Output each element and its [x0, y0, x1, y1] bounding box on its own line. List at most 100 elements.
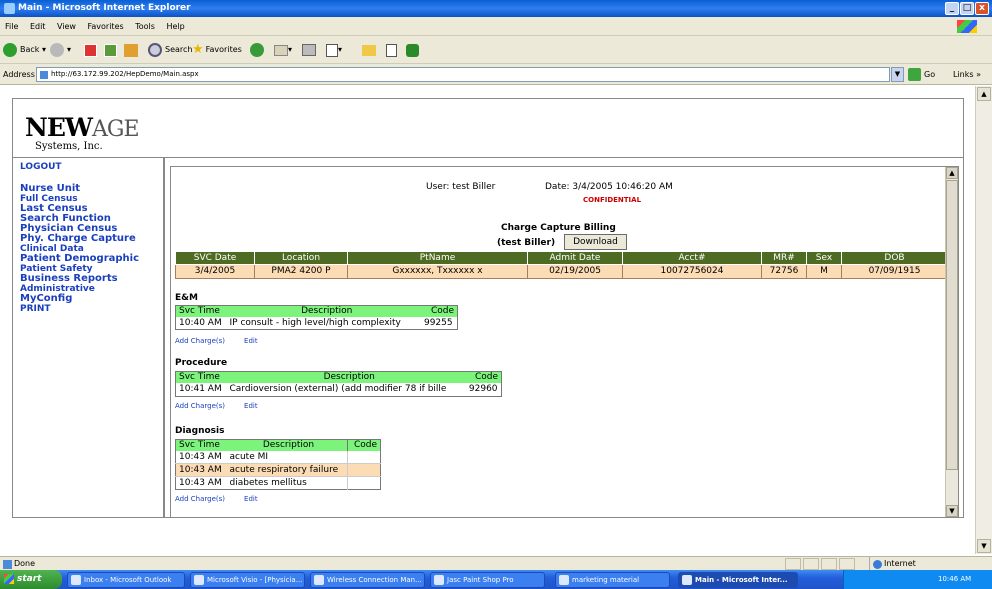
nav-print[interactable]: PRINT — [20, 304, 139, 314]
procedure-section-title: Procedure — [175, 358, 228, 368]
paint-shop-icon — [434, 575, 444, 585]
favorites-label: Favorites — [205, 45, 242, 54]
em-row[interactable]: 10:40 AM IP consult - high level/high co… — [176, 317, 458, 330]
col-ptname: PtName — [347, 251, 528, 265]
favorites-button[interactable]: ★ Favorites — [192, 42, 242, 58]
task-ie-main[interactable]: Main - Microsoft Inter... — [678, 572, 798, 588]
close-button[interactable]: x — [975, 2, 989, 15]
procedure-row[interactable]: 10:41 AM Cardioversion (external) (add m… — [176, 383, 502, 397]
nav-patient-demographic[interactable]: Patient Demographic — [20, 254, 139, 264]
patient-table-header: SVC Date Location PtName Admit Date Acct… — [175, 251, 948, 265]
menu-edit[interactable]: Edit — [30, 22, 46, 31]
task-outlook-label: Inbox - Microsoft Outlook — [84, 576, 172, 584]
diagnosis-row-code — [347, 451, 381, 464]
links-button[interactable]: Links » — [953, 64, 981, 85]
clock: 10:46 AM — [938, 575, 972, 583]
print-button[interactable] — [302, 42, 316, 58]
nav-logout[interactable]: LOGOUT — [20, 162, 62, 172]
diagnosis-col-svc-time: Svc Time — [175, 439, 230, 451]
procedure-col-code: Code — [468, 371, 502, 383]
go-button[interactable]: Go — [908, 67, 935, 82]
menu-help[interactable]: Help — [166, 22, 184, 31]
menu-bar: File Edit View Favorites Tools Help — [0, 17, 992, 36]
col-dob: DOB — [841, 251, 948, 265]
diagnosis-edit-link[interactable]: Edit — [244, 495, 258, 503]
stop-icon — [84, 43, 97, 57]
history-button[interactable] — [250, 42, 267, 58]
col-location: Location — [254, 251, 348, 265]
folder-button[interactable] — [362, 42, 376, 58]
home-button[interactable] — [124, 42, 138, 58]
diagnosis-row-code — [347, 476, 381, 490]
task-marketing-label: marketing material — [572, 576, 640, 584]
task-outlook[interactable]: Inbox - Microsoft Outlook — [67, 572, 185, 588]
address-dropdown-button[interactable]: ▼ — [891, 67, 904, 82]
diagnosis-row[interactable]: 10:43 AM acute respiratory failure — [175, 463, 381, 477]
mail-button[interactable]: ▾ — [274, 42, 292, 58]
forward-button[interactable]: ▾ — [50, 42, 71, 58]
em-edit-link[interactable]: Edit — [244, 337, 258, 345]
frame-scroll-down-icon[interactable]: ▼ — [946, 505, 958, 517]
stop-button[interactable] — [84, 42, 97, 58]
em-add-charge-link[interactable]: Add Charge(s) — [175, 337, 225, 345]
zone-label: Internet — [884, 559, 916, 568]
frame-scroll-thumb[interactable] — [946, 180, 958, 470]
minimize-button[interactable]: _ — [945, 2, 959, 15]
status-bar: Done Internet — [0, 556, 992, 571]
messenger-button[interactable] — [406, 42, 419, 58]
ie-icon — [4, 3, 15, 14]
frame-scrollbar[interactable]: ▲ ▼ — [945, 167, 958, 517]
procedure-edit-link[interactable]: Edit — [244, 402, 258, 410]
discuss-button[interactable] — [386, 42, 397, 58]
address-bar: Address http://63.172.99.202/HepDemo/Mai… — [0, 64, 992, 85]
nav-business-reports[interactable]: Business Reports — [20, 274, 139, 284]
task-marketing-folder[interactable]: marketing material — [555, 572, 670, 588]
history-icon — [250, 43, 264, 57]
procedure-actions: Add Charge(s) Edit — [175, 402, 277, 410]
refresh-button[interactable] — [104, 42, 117, 58]
procedure-table: Svc Time Description Code 10:41 AM Cardi… — [175, 371, 502, 397]
col-acct: Acct# — [622, 251, 762, 265]
scroll-down-arrow-icon[interactable]: ▼ — [977, 539, 991, 553]
search-button[interactable]: Search — [148, 42, 192, 58]
menu-tools[interactable]: Tools — [135, 22, 155, 31]
task-wireless-label: Wireless Connection Man... — [327, 576, 422, 584]
logo-banner: NEWAGE Systems, Inc. — [12, 98, 964, 158]
logo-age: AGE — [91, 117, 140, 142]
status-text: Done — [14, 559, 36, 568]
messenger-icon — [406, 43, 419, 57]
page-scrollbar[interactable]: ▲ ▼ — [975, 86, 992, 554]
security-zone: Internet — [869, 557, 916, 571]
nav-myconfig[interactable]: MyConfig — [20, 294, 139, 304]
col-sex: Sex — [806, 251, 842, 265]
page-icon — [40, 71, 48, 79]
frame-scroll-up-icon[interactable]: ▲ — [946, 167, 958, 179]
favorites-star-icon: ★ — [192, 42, 204, 57]
diagnosis-row-time: 10:43 AM — [175, 451, 230, 464]
cell-ptname: Gxxxxxx, Txxxxxx x — [347, 264, 528, 279]
diagnosis-row[interactable]: 10:43 AM diabetes mellitus — [176, 476, 381, 490]
procedure-add-charge-link[interactable]: Add Charge(s) — [175, 402, 225, 410]
task-wireless[interactable]: Wireless Connection Man... — [310, 572, 425, 588]
folder-icon — [559, 575, 569, 585]
maximize-button[interactable]: □ — [960, 2, 974, 15]
patient-row[interactable]: 3/4/2005 PMA2 4200 P Gxxxxxx, Txxxxxx x … — [175, 264, 948, 279]
left-nav: LOGOUT Nurse Unit Full Census Last Censu… — [12, 158, 164, 518]
search-icon — [148, 43, 162, 57]
back-button[interactable]: Back ▾ — [3, 42, 46, 58]
diagnosis-add-charge-link[interactable]: Add Charge(s) — [175, 495, 225, 503]
go-label: Go — [924, 70, 936, 79]
nav-phy-charge-capture[interactable]: Phy. Charge Capture — [20, 234, 139, 244]
download-button[interactable]: Download — [564, 234, 627, 250]
edit-button[interactable]: ▾ — [326, 42, 342, 58]
scroll-up-arrow-icon[interactable]: ▲ — [977, 87, 991, 101]
menu-view[interactable]: View — [57, 22, 76, 31]
diagnosis-row[interactable]: 10:43 AM acute MI — [175, 451, 381, 464]
task-visio[interactable]: Microsoft Visio - [Physicia... — [190, 572, 305, 588]
nav-nurse-unit[interactable]: Nurse Unit — [20, 184, 139, 194]
menu-favorites[interactable]: Favorites — [88, 22, 124, 31]
menu-file[interactable]: File — [5, 22, 18, 31]
start-button[interactable]: start — [0, 570, 62, 589]
address-input[interactable]: http://63.172.99.202/HepDemo/Main.aspx — [36, 67, 890, 82]
task-paint-shop[interactable]: Jasc Paint Shop Pro — [430, 572, 545, 588]
